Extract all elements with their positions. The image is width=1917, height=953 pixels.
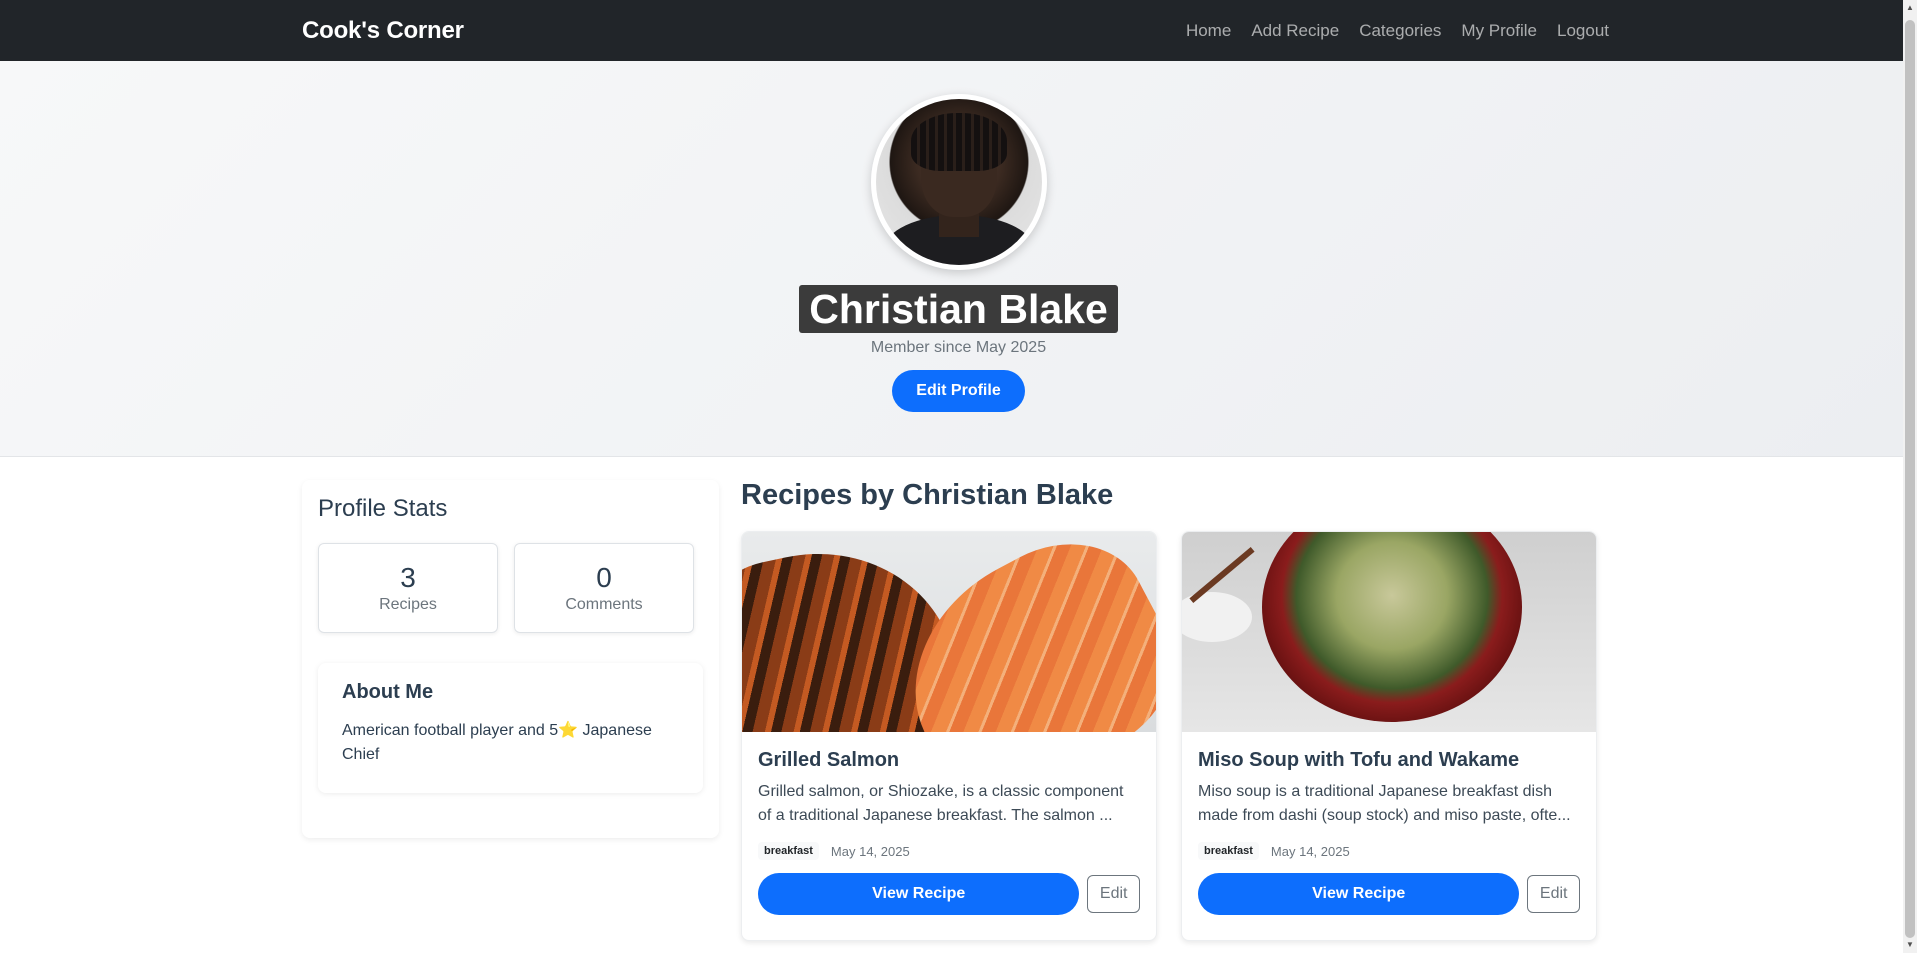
recipe-card-body: Grilled Salmon Grilled salmon, or Shioza… — [742, 732, 1156, 915]
category-badge: breakfast — [758, 842, 819, 860]
nav-links: Home Add Recipe Categories My Profile Lo… — [1186, 21, 1615, 41]
view-recipe-button[interactable]: View Recipe — [758, 873, 1080, 915]
recipe-description: Miso soup is a traditional Japanese brea… — [1198, 783, 1571, 824]
nav-link-logout[interactable]: Logout — [1557, 21, 1609, 41]
scroll-up-arrow-icon[interactable]: ▲ — [1906, 4, 1914, 12]
stat-boxes: 3 Recipes 0 Comments — [318, 543, 703, 633]
recipe-title[interactable]: Miso Soup with Tofu and Wakame — [1198, 749, 1580, 772]
recipe-actions: View Recipe Edit — [758, 873, 1140, 915]
edit-profile-button[interactable]: Edit Profile — [892, 370, 1025, 412]
profile-header: Christian Blake Member since May 2025 Ed… — [0, 61, 1917, 457]
edit-recipe-button[interactable]: Edit — [1087, 875, 1140, 913]
stat-comments-value: 0 — [596, 562, 612, 593]
recipe-grid: Grilled Salmon Grilled salmon, or Shioza… — [741, 531, 1601, 941]
nav-link-add-recipe[interactable]: Add Recipe — [1251, 21, 1339, 41]
about-me-title: About Me — [342, 681, 434, 703]
profile-stats-title: Profile Stats — [318, 495, 448, 522]
nav-link-categories[interactable]: Categories — [1359, 21, 1441, 41]
member-since-text: Member since May 2025 — [870, 339, 1047, 356]
miso-soup-bowl — [1262, 532, 1522, 722]
recipe-image-grilled-salmon[interactable] — [742, 532, 1156, 732]
profile-content: Profile Stats 3 Recipes 0 Comments About… — [0, 457, 1917, 941]
recipe-meta: breakfast May 14, 2025 — [1198, 842, 1580, 860]
scrollbar-thumb[interactable] — [1905, 20, 1915, 938]
scroll-down-arrow-icon[interactable]: ▼ — [1906, 941, 1914, 949]
site-brand-logo[interactable]: Cook's Corner — [302, 17, 464, 45]
recipe-date: May 14, 2025 — [1270, 843, 1350, 859]
recipe-card: Grilled Salmon Grilled salmon, or Shioza… — [741, 531, 1157, 941]
nav-link-my-profile[interactable]: My Profile — [1461, 21, 1537, 41]
recipes-section: Recipes by Christian Blake Grilled Salmo… — [741, 479, 1601, 941]
nav-link-home[interactable]: Home — [1186, 21, 1231, 41]
recipe-meta: breakfast May 14, 2025 — [758, 842, 1140, 860]
profile-avatar — [870, 94, 1047, 270]
stat-comments-label: Comments — [565, 596, 643, 613]
top-navbar: Cook's Corner Home Add Recipe Categories… — [0, 0, 1917, 61]
stat-recipes-value: 3 — [400, 562, 416, 593]
about-me-text: American football player and 5⭐ Japanese… — [342, 722, 652, 763]
recipes-heading: Recipes by Christian Blake — [741, 479, 1114, 511]
recipe-card-body: Miso Soup with Tofu and Wakame Miso soup… — [1182, 732, 1596, 915]
recipe-description: Grilled salmon, or Shiozake, is a classi… — [758, 783, 1124, 824]
about-me-card: About Me American football player and 5⭐… — [318, 663, 703, 793]
profile-name: Christian Blake — [799, 285, 1118, 333]
recipe-title[interactable]: Grilled Salmon — [758, 749, 1140, 772]
stat-comments: 0 Comments — [514, 543, 694, 633]
category-badge: breakfast — [1198, 842, 1259, 860]
avatar-hair — [910, 113, 1007, 171]
edit-recipe-button[interactable]: Edit — [1527, 875, 1580, 913]
page-scrollbar[interactable]: ▲ ▼ — [1903, 0, 1917, 953]
stat-recipes: 3 Recipes — [318, 543, 498, 633]
recipe-actions: View Recipe Edit — [1198, 873, 1580, 915]
stat-recipes-label: Recipes — [379, 596, 437, 613]
profile-stats-panel: Profile Stats 3 Recipes 0 Comments About… — [302, 480, 719, 838]
recipe-image-miso-soup[interactable] — [1182, 532, 1596, 732]
view-recipe-button[interactable]: View Recipe — [1198, 873, 1520, 915]
recipe-date: May 14, 2025 — [830, 843, 910, 859]
recipe-card: Miso Soup with Tofu and Wakame Miso soup… — [1181, 531, 1597, 941]
